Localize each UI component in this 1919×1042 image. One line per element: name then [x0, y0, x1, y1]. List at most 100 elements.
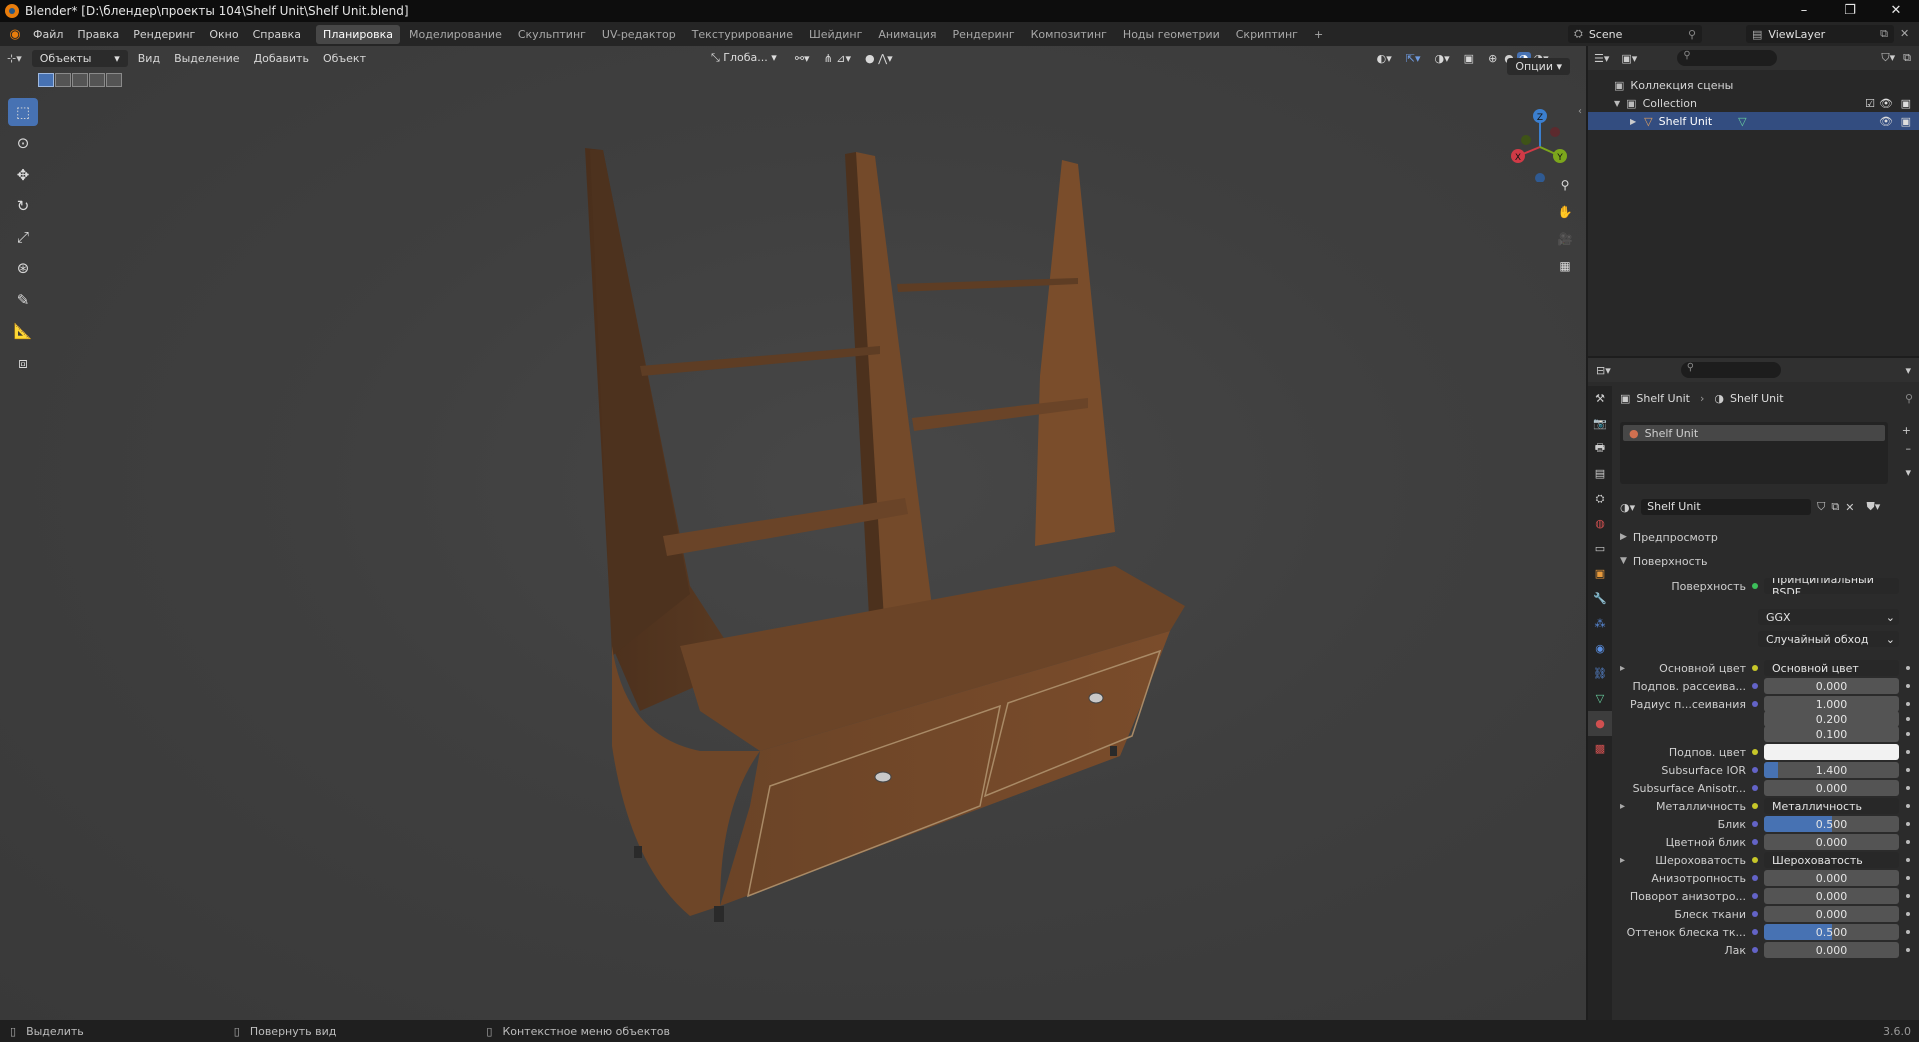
socket-icon[interactable] — [1752, 875, 1758, 881]
unlink-material-icon[interactable]: ✕ — [1845, 501, 1854, 514]
3d-viewport[interactable]: ⊹▾ Объекты ▾ Вид Выделение Добавить Объек… — [0, 46, 1586, 1020]
material-selector[interactable]: ◑▾ Shelf Unit ⛉ ⧉ ✕ ⛊▾ — [1620, 498, 1910, 516]
perspective-grid-icon[interactable]: ▦ — [1554, 255, 1576, 277]
world-tab-icon[interactable]: ◍ — [1588, 511, 1612, 536]
keyframe-dot-icon[interactable] — [1906, 912, 1910, 916]
value-field[interactable]: 0.000 — [1764, 870, 1899, 886]
tool-tab-icon[interactable]: ⚒ — [1588, 386, 1612, 411]
minimize-button[interactable]: – — [1781, 0, 1827, 22]
tab-modeling[interactable]: Моделирование — [402, 25, 509, 44]
new-view-layer-icon[interactable]: ⧉ — [1880, 27, 1888, 41]
keyframe-dot-icon[interactable] — [1906, 750, 1910, 754]
linked-input-field[interactable]: Металличность — [1764, 798, 1899, 814]
tab-shading[interactable]: Шейдинг — [802, 25, 869, 44]
menu-help[interactable]: Справка — [246, 28, 308, 41]
value-field[interactable]: 0.000 — [1764, 906, 1899, 922]
keyframe-dot-icon[interactable] — [1906, 840, 1910, 844]
exclude-checkbox-icon[interactable]: ☑ — [1865, 97, 1875, 110]
menu-edit[interactable]: Правка — [70, 28, 126, 41]
tab-layout[interactable]: Планировка — [316, 24, 401, 44]
socket-icon[interactable] — [1752, 911, 1758, 917]
sidebar-toggle-icon[interactable]: ‹ — [1578, 106, 1582, 117]
modifier-tab-icon[interactable]: 🔧 — [1588, 586, 1612, 611]
filter-icon[interactable]: ⛉▾ — [1881, 51, 1895, 65]
keyframe-dot-icon[interactable] — [1906, 717, 1910, 721]
camera-render-icon[interactable]: ▣ — [1901, 115, 1911, 128]
tab-animation[interactable]: Анимация — [871, 25, 943, 44]
scene-selector[interactable]: ⛭ Scene ⚲ — [1568, 25, 1702, 43]
duplicate-material-icon[interactable]: ⧉ — [1831, 500, 1839, 514]
shelf-unit-model[interactable] — [0, 46, 1586, 1020]
expand-arrow-icon[interactable]: ▶ — [1630, 117, 1636, 126]
outliner-row-scene-collection[interactable]: ▣ Коллекция сцены — [1588, 76, 1919, 94]
node-tree-icon[interactable]: ⛊▾ — [1866, 500, 1880, 514]
value-field[interactable]: 0.500 — [1764, 816, 1899, 832]
zoom-icon[interactable]: ⚲ — [1554, 174, 1576, 196]
menu-file[interactable]: Файл — [26, 28, 70, 41]
tab-sculpting[interactable]: Скульптинг — [511, 25, 593, 44]
editor-type-icon[interactable]: ⊟▾ — [1596, 364, 1611, 377]
keyframe-dot-icon[interactable] — [1906, 786, 1910, 790]
maximize-button[interactable]: ❐ — [1827, 0, 1873, 22]
close-button[interactable]: ✕ — [1873, 0, 1919, 22]
socket-icon[interactable] — [1752, 839, 1758, 845]
collection-tab-icon[interactable]: ▭ — [1588, 536, 1612, 561]
pan-hand-icon[interactable]: ✋ — [1554, 201, 1576, 223]
object-tab-icon[interactable]: ▣ — [1588, 561, 1612, 586]
panel-preview[interactable]: ▶ Предпросмотр — [1614, 528, 1919, 546]
pin-icon[interactable]: ⚲ — [1688, 28, 1696, 41]
fake-user-icon[interactable]: ⛉ — [1817, 500, 1825, 514]
subsurface-method-dropdown[interactable]: Случайный обход ⌄ — [1758, 631, 1899, 647]
keyframe-dot-icon[interactable] — [1906, 702, 1910, 706]
output-tab-icon[interactable]: 🖶 — [1588, 436, 1612, 461]
keyframe-dot-icon[interactable] — [1906, 948, 1910, 952]
outliner-row-collection[interactable]: ▼ ▣ Collection ☑ 👁 ▣ — [1588, 94, 1919, 112]
camera-icon[interactable]: 🎥 — [1554, 228, 1576, 250]
slot-specials-icon[interactable]: ▾ — [1905, 466, 1911, 479]
color-swatch[interactable] — [1764, 744, 1899, 760]
remove-slot-button[interactable]: – — [1906, 442, 1912, 455]
panel-surface[interactable]: ▼ Поверхность — [1614, 552, 1919, 570]
data-tab-icon[interactable]: ▽ — [1588, 686, 1612, 711]
keyframe-dot-icon[interactable] — [1906, 684, 1910, 688]
view-layer-tab-icon[interactable]: ▤ — [1588, 461, 1612, 486]
add-workspace-button[interactable]: + — [1307, 25, 1330, 44]
value-field[interactable]: 0.000 — [1764, 888, 1899, 904]
value-field[interactable]: 1.400 — [1764, 762, 1899, 778]
physics-tab-icon[interactable]: ◉ — [1588, 636, 1612, 661]
value-field[interactable]: 0.500 — [1764, 924, 1899, 940]
new-collection-icon[interactable]: ⧉ — [1903, 51, 1911, 65]
pin-icon[interactable]: ⚲ — [1905, 392, 1913, 405]
tab-scripting[interactable]: Скриптинг — [1229, 25, 1305, 44]
menu-render[interactable]: Рендеринг — [126, 28, 202, 41]
socket-icon[interactable] — [1752, 803, 1758, 809]
constraints-tab-icon[interactable]: ⛓ — [1588, 661, 1612, 686]
surface-shader-field[interactable]: Принципиальный BSDF — [1764, 578, 1899, 594]
editor-type-icon[interactable]: ☰▾ — [1594, 52, 1609, 65]
scene-tab-icon[interactable]: ⛭ — [1588, 486, 1612, 511]
socket-icon[interactable] — [1752, 701, 1758, 707]
socket-icon[interactable] — [1752, 821, 1758, 827]
eye-icon[interactable]: 👁 — [1879, 97, 1893, 110]
socket-icon[interactable] — [1752, 749, 1758, 755]
keyframe-dot-icon[interactable] — [1906, 822, 1910, 826]
socket-icon[interactable] — [1752, 947, 1758, 953]
tab-geometry-nodes[interactable]: Ноды геометрии — [1116, 25, 1227, 44]
value-field[interactable]: 0.000 — [1764, 942, 1899, 958]
browse-material-icon[interactable]: ◑▾ — [1620, 501, 1635, 514]
tab-uv-editing[interactable]: UV-редактор — [595, 25, 683, 44]
outliner-search-input[interactable]: ⚲ — [1677, 50, 1778, 66]
menu-window[interactable]: Окно — [202, 28, 245, 41]
value-field[interactable]: 0.000 — [1764, 834, 1899, 850]
tab-rendering[interactable]: Рендеринг — [946, 25, 1022, 44]
distribution-dropdown[interactable]: GGX ⌄ — [1758, 609, 1899, 625]
material-tab-icon[interactable]: ● — [1588, 711, 1612, 736]
camera-render-icon[interactable]: ▣ — [1901, 97, 1911, 110]
keyframe-dot-icon[interactable] — [1906, 666, 1910, 670]
value-field[interactable]: 0.000 — [1764, 678, 1899, 694]
keyframe-dot-icon[interactable] — [1906, 804, 1910, 808]
render-tab-icon[interactable]: 📷 — [1588, 411, 1612, 436]
material-name-field[interactable]: Shelf Unit — [1641, 499, 1812, 515]
add-slot-button[interactable]: + — [1902, 424, 1911, 437]
linked-input-field[interactable]: Шероховатость — [1764, 852, 1899, 868]
